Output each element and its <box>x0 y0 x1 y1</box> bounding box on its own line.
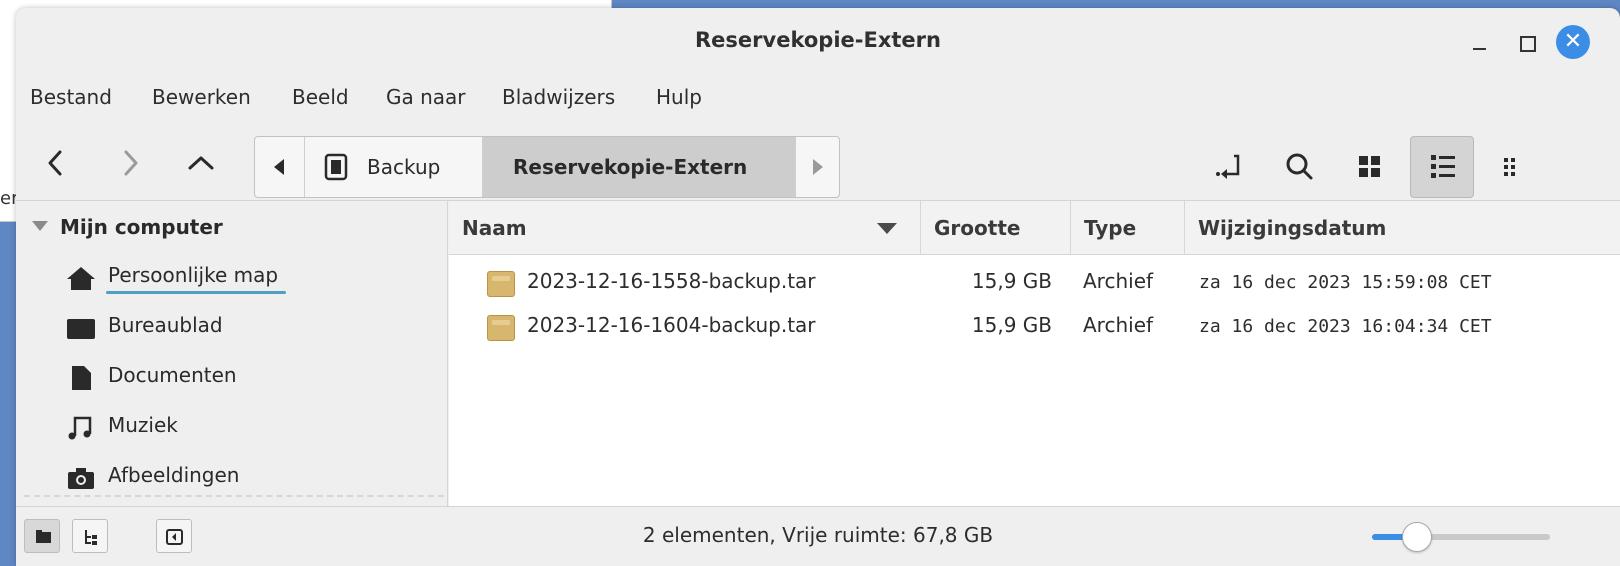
sidebar-item-label: Documenten <box>108 363 237 387</box>
file-row[interactable]: 2023-12-16-1558-backup.tar 15,9 GB Archi… <box>449 261 1620 305</box>
sidebar-item-label: Muziek <box>108 413 178 437</box>
chevron-up-icon <box>188 156 214 170</box>
disk-usage-bar <box>106 291 286 294</box>
file-row[interactable]: 2023-12-16-1604-backup.tar 15,9 GB Archi… <box>449 305 1620 349</box>
list-view-icon <box>1431 155 1455 178</box>
maximize-button[interactable] <box>1511 28 1543 60</box>
column-header-name-label: Naam <box>462 216 527 240</box>
window-title: Reservekopie-Extern <box>695 28 941 52</box>
column-header-row: Naam Grootte Type Wijzigingsdatum <box>449 201 1620 255</box>
triangle-left-icon <box>274 159 284 175</box>
sidebar-item-home[interactable]: Persoonlijke map <box>66 257 436 297</box>
close-button[interactable]: ✕ <box>1556 25 1590 59</box>
menu-hulp[interactable]: Hulp <box>656 80 702 114</box>
location-toggle-icon <box>1216 154 1240 179</box>
file-list: Naam Grootte Type Wijzigingsdatum 2023-1… <box>449 201 1620 507</box>
zoom-slider-handle[interactable] <box>1402 522 1432 552</box>
column-header-name[interactable]: Naam <box>449 201 921 255</box>
search-button[interactable] <box>1268 136 1332 198</box>
sidebar-item-music[interactable]: Muziek <box>66 407 436 447</box>
sidebar-item-desktop[interactable]: Bureaublad <box>66 307 436 347</box>
sidebar-divider <box>24 495 444 497</box>
path-bar: Backup Reservekopie-Extern <box>254 136 840 198</box>
toggle-location-entry-button[interactable] <box>1198 136 1262 198</box>
menu-bar: Bestand Bewerken Beeld Ga naar Bladwijze… <box>16 80 1620 114</box>
archive-icon <box>487 315 515 341</box>
sort-descending-icon <box>877 223 897 234</box>
sidebar-section-label: Mijn computer <box>60 215 223 239</box>
file-size: 15,9 GB <box>971 313 1052 337</box>
file-manager-window: Reservekopie-Extern ✕ Bestand Bewerken B… <box>16 8 1620 566</box>
chevron-right-icon <box>124 150 138 176</box>
triangle-right-icon <box>813 159 823 175</box>
back-button[interactable] <box>34 140 80 186</box>
path-segment-current-label: Reservekopie-Extern <box>513 155 748 179</box>
menu-bestand[interactable]: Bestand <box>30 80 112 114</box>
toolbar: Backup Reservekopie-Extern <box>16 124 1620 200</box>
path-scroll-left-button[interactable] <box>255 137 305 197</box>
compact-view-button[interactable] <box>1482 136 1546 198</box>
minimize-button[interactable] <box>1464 28 1496 60</box>
music-icon <box>68 416 92 440</box>
file-modified: za 16 dec 2023 15:59:08 CET <box>1199 272 1492 293</box>
column-header-type[interactable]: Type <box>1071 201 1185 255</box>
chevron-left-icon <box>48 150 62 176</box>
forward-button[interactable] <box>106 140 152 186</box>
sidebar-item-documents[interactable]: Documenten <box>66 357 436 397</box>
sidebar-item-label: Afbeeldingen <box>108 463 240 487</box>
document-icon <box>72 366 91 390</box>
sidebar-section-header[interactable]: Mijn computer <box>32 215 223 239</box>
up-button[interactable] <box>178 140 224 186</box>
sidebar-item-pictures[interactable]: Afbeeldingen <box>66 457 436 497</box>
grid-view-icon <box>1359 156 1380 177</box>
path-scroll-right-button[interactable] <box>795 137 839 197</box>
home-icon <box>67 267 95 290</box>
sidebar-item-label: Bureaublad <box>108 313 223 337</box>
content-area: Mijn computer Persoonlijke map Bureaubla… <box>16 200 1620 507</box>
file-type: Archief <box>1083 269 1154 293</box>
file-name: 2023-12-16-1604-backup.tar <box>527 313 816 337</box>
title-bar[interactable]: Reservekopie-Extern ✕ <box>16 8 1620 74</box>
sidebar: Mijn computer Persoonlijke map Bureaubla… <box>16 201 448 507</box>
sidebar-item-label: Persoonlijke map <box>108 263 279 287</box>
path-segment-current[interactable]: Reservekopie-Extern <box>483 137 795 197</box>
menu-bewerken[interactable]: Bewerken <box>152 80 251 114</box>
column-header-modified[interactable]: Wijzigingsdatum <box>1185 201 1620 255</box>
menu-ga-naar[interactable]: Ga naar <box>386 80 466 114</box>
menu-beeld[interactable]: Beeld <box>292 80 349 114</box>
desktop-icon <box>67 319 95 339</box>
file-name: 2023-12-16-1558-backup.tar <box>527 269 816 293</box>
list-view-button[interactable] <box>1410 136 1474 198</box>
close-icon: ✕ <box>1563 29 1583 54</box>
column-header-size[interactable]: Grootte <box>921 201 1071 255</box>
drive-icon <box>324 153 348 181</box>
search-icon <box>1286 153 1313 180</box>
status-bar: 2 elementen, Vrije ruimte: 67,8 GB <box>16 506 1620 566</box>
icon-view-button[interactable] <box>1338 136 1402 198</box>
collapse-triangle-icon <box>32 221 48 231</box>
path-segment-backup[interactable]: Backup <box>305 137 483 197</box>
archive-icon <box>487 271 515 297</box>
file-type: Archief <box>1083 313 1154 337</box>
camera-icon <box>68 468 94 489</box>
file-size: 15,9 GB <box>971 269 1052 293</box>
compact-view-icon <box>1504 158 1515 176</box>
menu-bladwijzers[interactable]: Bladwijzers <box>502 80 615 114</box>
path-segment-label: Backup <box>367 155 441 179</box>
zoom-slider[interactable] <box>1372 521 1552 553</box>
file-modified: za 16 dec 2023 16:04:34 CET <box>1199 316 1492 337</box>
